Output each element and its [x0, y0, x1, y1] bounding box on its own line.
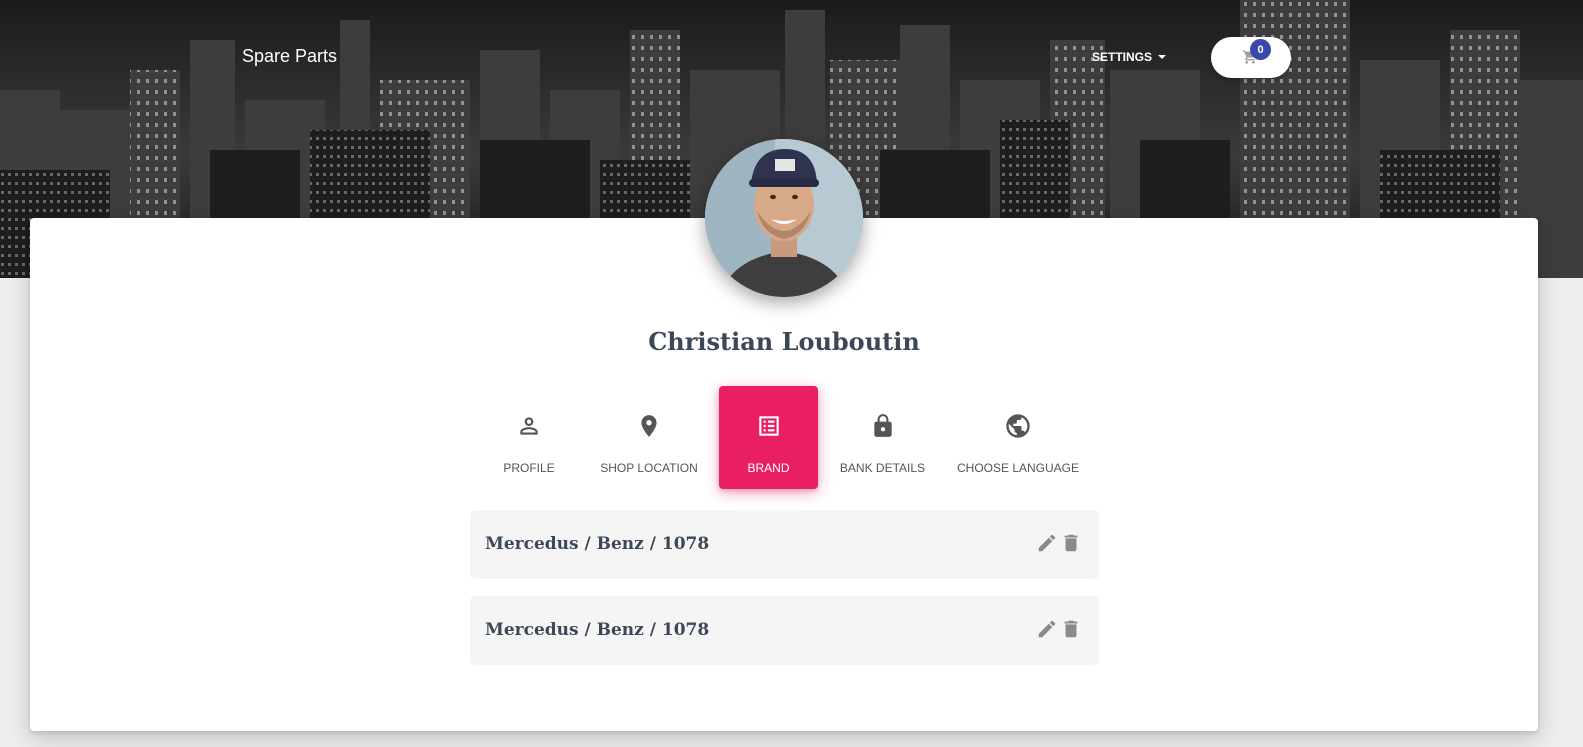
edit-icon[interactable]	[1036, 532, 1058, 554]
tab-choose-language-label: CHOOSE LANGUAGE	[956, 461, 1080, 475]
tab-brand-label: BRAND	[747, 461, 790, 475]
settings-dropdown[interactable]: SETTINGS	[1092, 50, 1167, 64]
brand-list-item: Mercedus / Benz / 1078	[470, 596, 1099, 665]
navbar-brand[interactable]: Spare Parts	[242, 46, 337, 67]
profile-avatar	[705, 139, 863, 297]
delete-icon[interactable]	[1060, 618, 1082, 640]
settings-label: SETTINGS	[1092, 50, 1153, 64]
tab-profile[interactable]: PROFILE	[480, 386, 578, 489]
tab-shop-location[interactable]: SHOP LOCATION	[594, 386, 704, 489]
cart-count-badge: 0	[1250, 39, 1271, 60]
lock-icon	[870, 412, 896, 440]
globe-icon	[1004, 412, 1032, 440]
brand-item-text: Mercedus / Benz / 1078	[485, 534, 710, 554]
avatar-photo-icon	[705, 139, 863, 297]
tab-shop-location-label: SHOP LOCATION	[600, 461, 698, 475]
tab-bank-details[interactable]: BANK DETAILS	[834, 386, 931, 489]
location-pin-icon	[636, 412, 662, 440]
profile-name: Christian Louboutin	[648, 327, 920, 356]
caret-down-icon	[1158, 55, 1167, 59]
tab-bank-details-label: BANK DETAILS	[839, 461, 926, 475]
person-icon	[516, 412, 542, 440]
list-icon	[756, 412, 782, 440]
tab-choose-language[interactable]: CHOOSE LANGUAGE	[954, 386, 1082, 489]
brand-list-item: Mercedus / Benz / 1078	[470, 510, 1099, 579]
tab-profile-label: PROFILE	[503, 461, 555, 475]
delete-icon[interactable]	[1060, 532, 1082, 554]
brand-item-text: Mercedus / Benz / 1078	[485, 620, 710, 640]
edit-icon[interactable]	[1036, 618, 1058, 640]
tab-brand[interactable]: BRAND	[719, 386, 818, 489]
